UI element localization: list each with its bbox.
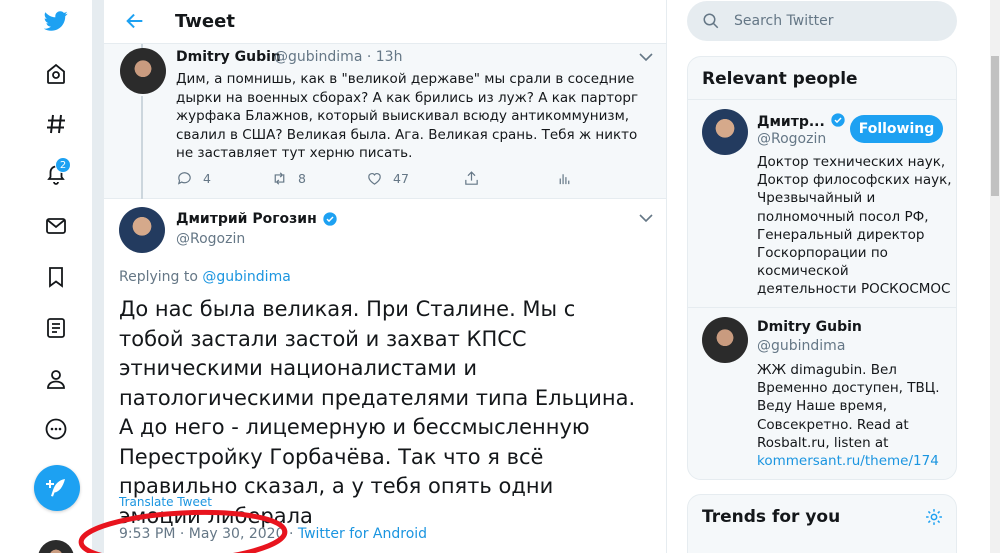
- profile-icon[interactable]: [41, 364, 71, 394]
- like-count: 47: [393, 171, 409, 186]
- replying-prefix: Replying to: [119, 269, 198, 285]
- person-bio-link[interactable]: kommersant.ru/theme/174: [757, 453, 939, 469]
- focused-tweet: Дмитрий Рогозин @Rogozin Replying to @gu…: [78, 199, 666, 553]
- red-annotation-circle: [78, 509, 288, 553]
- explore-hashtag-icon[interactable]: [41, 109, 71, 139]
- relevant-people-card: Relevant people Дмитр... @Rogozin Follow…: [687, 56, 957, 480]
- chevron-down-icon[interactable]: [639, 52, 653, 62]
- person-bio: Доктор технических наук, Доктор философс…: [757, 154, 952, 298]
- twitter-logo-icon[interactable]: [41, 6, 71, 36]
- twitter-page: 2 Tweet Dmitry Gubin @gubindima · 13h Ди…: [0, 0, 1000, 553]
- share-icon: [465, 171, 478, 185]
- reply-button[interactable]: 4: [176, 170, 211, 187]
- more-options-icon[interactable]: [41, 414, 71, 444]
- person-name-text: Дмитр...: [757, 114, 825, 130]
- retweet-button[interactable]: 8: [271, 170, 306, 187]
- retweet-icon: [274, 172, 285, 185]
- section-title: Relevant people: [702, 69, 858, 89]
- left-navigation: 2: [0, 0, 92, 553]
- heart-icon: [368, 173, 381, 185]
- reply-count: 4: [203, 171, 211, 186]
- search-input[interactable]: Search Twitter: [734, 13, 833, 29]
- avatar[interactable]: [702, 109, 748, 155]
- section-title: Trends for you: [702, 507, 841, 527]
- avatar[interactable]: [119, 207, 165, 253]
- share-button[interactable]: [463, 170, 480, 187]
- verified-badge-icon: [831, 113, 845, 127]
- avatar[interactable]: [120, 48, 166, 94]
- tweet-actions: 4 8 47: [176, 170, 576, 190]
- like-button[interactable]: 47: [366, 170, 409, 187]
- tweet-header: Tweet: [104, 0, 666, 44]
- sidebar: Search Twitter Relevant people Дмитр... …: [667, 0, 990, 553]
- parent-tweet[interactable]: Dmitry Gubin @gubindima · 13h Дим, а пом…: [104, 44, 666, 199]
- divider: [688, 99, 956, 100]
- search-icon: [703, 13, 719, 29]
- verified-badge-icon: [323, 212, 337, 226]
- page-scrollbar[interactable]: [990, 0, 1000, 553]
- home-icon[interactable]: [41, 59, 71, 89]
- following-button[interactable]: Following: [850, 115, 943, 143]
- replying-to: Replying to @gubindima: [119, 269, 291, 285]
- retweet-count: 8: [298, 171, 306, 186]
- tweet-text: Дим, а помнишь, как в "великой державе" …: [176, 71, 639, 161]
- person-name[interactable]: Dmitry Gubin: [757, 319, 862, 335]
- gear-icon[interactable]: [924, 507, 944, 527]
- author-name-row: Дмитрий Рогозин: [176, 211, 338, 227]
- scrollbar-thumb[interactable]: [991, 56, 999, 196]
- replying-to-link[interactable]: @gubindima: [202, 269, 290, 285]
- reply-icon: [177, 172, 191, 185]
- author-handle[interactable]: @Rogozin: [176, 231, 245, 247]
- messages-envelope-icon[interactable]: [41, 211, 71, 241]
- chevron-down-icon[interactable]: [639, 213, 653, 223]
- person-bio: ЖЖ dimagubin. Вел Временно доступен, ТВЦ…: [757, 361, 952, 470]
- author-handle-time: @gubindima · 13h: [274, 49, 403, 65]
- lists-icon[interactable]: [41, 313, 71, 343]
- main-column: Tweet Dmitry Gubin @gubindima · 13h Дим,…: [78, 0, 666, 553]
- person-name[interactable]: Дмитр...: [757, 112, 846, 130]
- author-name[interactable]: Дмитрий Рогозин: [176, 211, 317, 227]
- notifications-badge: 2: [55, 157, 71, 173]
- tweet-source: Twitter for Android: [297, 526, 428, 542]
- column-divider: [92, 0, 104, 553]
- avatar[interactable]: [702, 317, 748, 363]
- person-handle[interactable]: @Rogozin: [757, 131, 826, 147]
- feather-plus-icon: [46, 479, 65, 497]
- person-bio-text: ЖЖ dimagubin. Вел Временно доступен, ТВЦ…: [757, 362, 940, 451]
- divider: [688, 307, 956, 308]
- page-title: Tweet: [175, 11, 235, 32]
- author-name[interactable]: Dmitry Gubin: [176, 49, 281, 65]
- thread-line: [141, 96, 143, 199]
- analytics-button[interactable]: [556, 170, 573, 187]
- back-arrow-icon[interactable]: [124, 10, 146, 32]
- bookmarks-icon[interactable]: [41, 262, 71, 292]
- account-avatar[interactable]: [38, 540, 74, 553]
- search-box[interactable]: Search Twitter: [687, 1, 957, 41]
- analytics-icon: [559, 174, 570, 185]
- trends-card: Trends for you: [687, 494, 957, 553]
- person-handle[interactable]: @gubindima: [757, 338, 845, 354]
- compose-tweet-button[interactable]: [34, 465, 80, 511]
